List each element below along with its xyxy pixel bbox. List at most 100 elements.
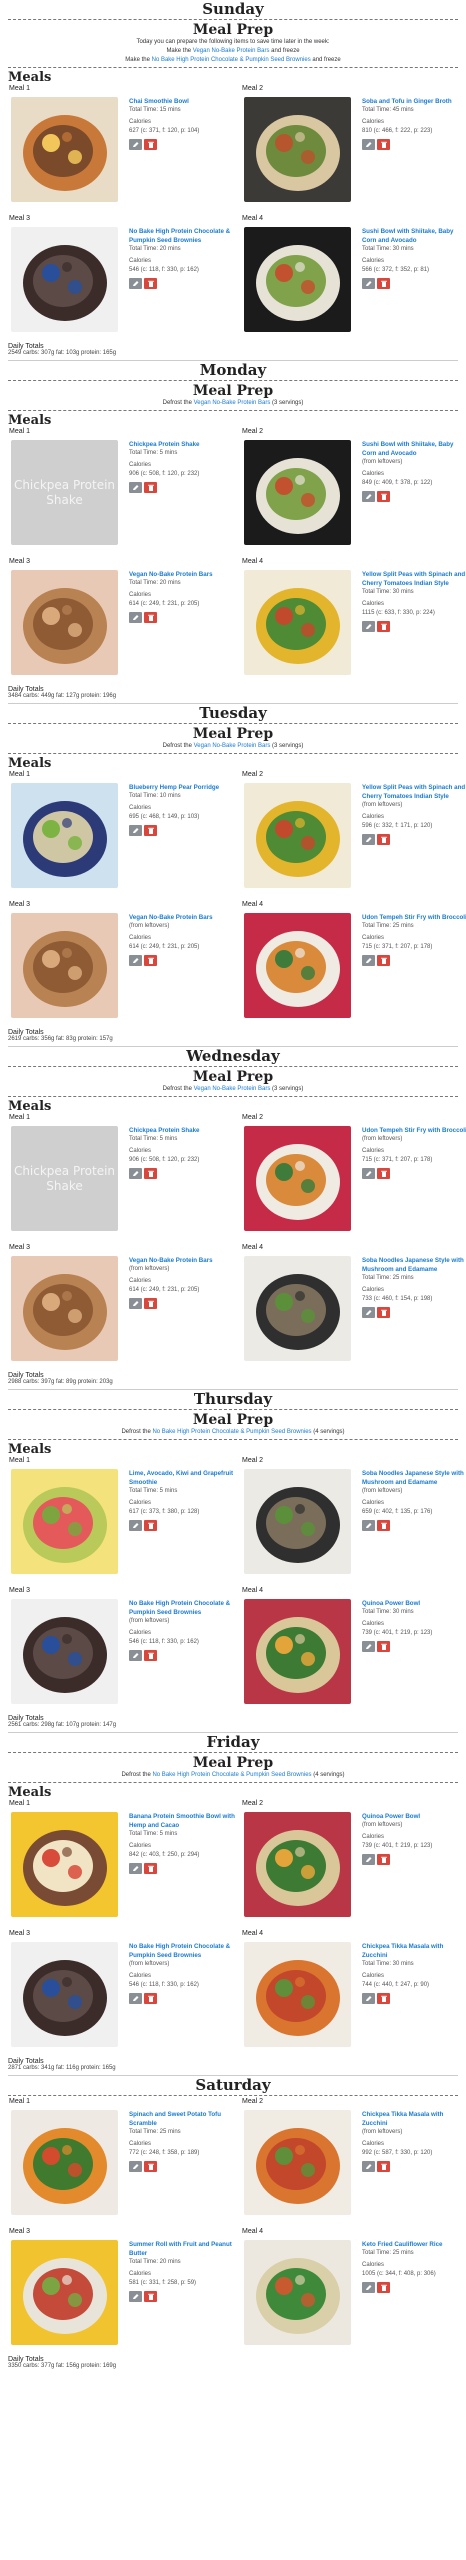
recipe-image[interactable] bbox=[11, 1469, 118, 1574]
delete-button[interactable] bbox=[377, 139, 390, 150]
recipe-image[interactable] bbox=[244, 227, 351, 332]
recipe-name-link[interactable]: Soba Noodles Japanese Style with Mushroo… bbox=[362, 1256, 466, 1274]
recipe-image-placeholder[interactable]: Chickpea Protein Shake bbox=[11, 440, 118, 545]
delete-button[interactable] bbox=[144, 139, 157, 150]
recipe-name-link[interactable]: Summer Roll with Fruit and Peanut Butter bbox=[129, 2240, 236, 2258]
edit-button[interactable] bbox=[362, 1641, 375, 1652]
recipe-name-link[interactable]: No Bake High Protein Chocolate & Pumpkin… bbox=[129, 1599, 236, 1617]
recipe-name-link[interactable]: No Bake High Protein Chocolate & Pumpkin… bbox=[129, 227, 236, 245]
recipe-image[interactable] bbox=[244, 97, 351, 202]
edit-button[interactable] bbox=[362, 834, 375, 845]
edit-button[interactable] bbox=[362, 1520, 375, 1531]
recipe-image[interactable] bbox=[244, 783, 351, 888]
delete-button[interactable] bbox=[377, 491, 390, 502]
recipe-name-link[interactable]: Udon Tempeh Stir Fry with Broccoli bbox=[362, 913, 466, 922]
edit-button[interactable] bbox=[129, 482, 142, 493]
recipe-image[interactable] bbox=[244, 1469, 351, 1574]
edit-button[interactable] bbox=[129, 1863, 142, 1874]
delete-button[interactable] bbox=[377, 834, 390, 845]
recipe-image[interactable] bbox=[11, 2110, 118, 2215]
recipe-image[interactable] bbox=[11, 1256, 118, 1361]
delete-button[interactable] bbox=[377, 278, 390, 289]
recipe-image[interactable] bbox=[244, 1812, 351, 1917]
recipe-link[interactable]: Vegan No-Bake Protein Bars bbox=[193, 48, 270, 54]
edit-button[interactable] bbox=[362, 1993, 375, 2004]
delete-button[interactable] bbox=[377, 955, 390, 966]
recipe-name-link[interactable]: Vegan No-Bake Protein Bars bbox=[129, 570, 236, 579]
recipe-name-link[interactable]: Quinoa Power Bowl bbox=[362, 1599, 466, 1608]
recipe-name-link[interactable]: Banana Protein Smoothie Bowl with Hemp a… bbox=[129, 1812, 236, 1830]
recipe-image[interactable] bbox=[244, 570, 351, 675]
recipe-image[interactable] bbox=[244, 1599, 351, 1704]
recipe-image[interactable] bbox=[11, 2240, 118, 2345]
edit-button[interactable] bbox=[129, 1650, 142, 1661]
delete-button[interactable] bbox=[377, 621, 390, 632]
recipe-link[interactable]: Vegan No-Bake Protein Bars bbox=[194, 400, 271, 406]
edit-button[interactable] bbox=[362, 1168, 375, 1179]
edit-button[interactable] bbox=[129, 2161, 142, 2172]
recipe-image[interactable] bbox=[11, 1812, 118, 1917]
recipe-name-link[interactable]: Yellow Split Peas with Spinach and Cherr… bbox=[362, 783, 466, 801]
recipe-name-link[interactable]: Chickpea Protein Shake bbox=[129, 1126, 236, 1135]
recipe-name-link[interactable]: Sushi Bowl with Shiitake, Baby Corn and … bbox=[362, 440, 466, 458]
delete-button[interactable] bbox=[144, 2291, 157, 2302]
recipe-image[interactable] bbox=[244, 440, 351, 545]
recipe-name-link[interactable]: No Bake High Protein Chocolate & Pumpkin… bbox=[129, 1942, 236, 1960]
delete-button[interactable] bbox=[144, 1298, 157, 1309]
recipe-image[interactable] bbox=[244, 1942, 351, 2047]
recipe-image[interactable] bbox=[11, 913, 118, 1018]
recipe-name-link[interactable]: Spinach and Sweet Potato Tofu Scramble bbox=[129, 2110, 236, 2128]
recipe-image[interactable] bbox=[244, 1126, 351, 1231]
delete-button[interactable] bbox=[144, 1650, 157, 1661]
delete-button[interactable] bbox=[144, 1520, 157, 1531]
delete-button[interactable] bbox=[144, 612, 157, 623]
edit-button[interactable] bbox=[362, 2161, 375, 2172]
delete-button[interactable] bbox=[144, 1168, 157, 1179]
delete-button[interactable] bbox=[144, 278, 157, 289]
recipe-name-link[interactable]: Chai Smoothie Bowl bbox=[129, 97, 236, 106]
delete-button[interactable] bbox=[144, 1863, 157, 1874]
delete-button[interactable] bbox=[144, 2161, 157, 2172]
recipe-name-link[interactable]: Chickpea Protein Shake bbox=[129, 440, 236, 449]
recipe-image[interactable] bbox=[244, 2110, 351, 2215]
recipe-image[interactable] bbox=[11, 227, 118, 332]
edit-button[interactable] bbox=[362, 621, 375, 632]
edit-button[interactable] bbox=[129, 1298, 142, 1309]
edit-button[interactable] bbox=[129, 1168, 142, 1179]
delete-button[interactable] bbox=[144, 482, 157, 493]
recipe-name-link[interactable]: Vegan No-Bake Protein Bars bbox=[129, 913, 236, 922]
recipe-image[interactable] bbox=[11, 1942, 118, 2047]
delete-button[interactable] bbox=[377, 1993, 390, 2004]
edit-button[interactable] bbox=[362, 139, 375, 150]
recipe-link[interactable]: No Bake High Protein Chocolate & Pumpkin… bbox=[152, 1772, 311, 1778]
edit-button[interactable] bbox=[129, 825, 142, 836]
delete-button[interactable] bbox=[377, 1307, 390, 1318]
recipe-image[interactable] bbox=[244, 913, 351, 1018]
recipe-name-link[interactable]: Quinoa Power Bowl bbox=[362, 1812, 466, 1821]
recipe-image[interactable] bbox=[244, 1256, 351, 1361]
delete-button[interactable] bbox=[377, 1854, 390, 1865]
edit-button[interactable] bbox=[129, 278, 142, 289]
edit-button[interactable] bbox=[362, 1854, 375, 1865]
delete-button[interactable] bbox=[377, 2161, 390, 2172]
delete-button[interactable] bbox=[377, 1168, 390, 1179]
edit-button[interactable] bbox=[362, 2282, 375, 2293]
recipe-name-link[interactable]: Soba and Tofu in Ginger Broth bbox=[362, 97, 466, 106]
recipe-name-link[interactable]: Vegan No-Bake Protein Bars bbox=[129, 1256, 236, 1265]
recipe-link[interactable]: Vegan No-Bake Protein Bars bbox=[194, 743, 271, 749]
recipe-name-link[interactable]: Keto Fried Cauliflower Rice bbox=[362, 2240, 466, 2249]
edit-button[interactable] bbox=[129, 139, 142, 150]
recipe-name-link[interactable]: Lime, Avocado, Kiwi and Grapefruit Smoot… bbox=[129, 1469, 236, 1487]
recipe-link[interactable]: Vegan No-Bake Protein Bars bbox=[194, 1086, 271, 1092]
edit-button[interactable] bbox=[129, 1520, 142, 1531]
recipe-name-link[interactable]: Yellow Split Peas with Spinach and Cherr… bbox=[362, 570, 466, 588]
delete-button[interactable] bbox=[144, 1993, 157, 2004]
recipe-image[interactable] bbox=[11, 570, 118, 675]
recipe-image[interactable] bbox=[11, 783, 118, 888]
edit-button[interactable] bbox=[362, 278, 375, 289]
edit-button[interactable] bbox=[362, 955, 375, 966]
recipe-name-link[interactable]: Soba Noodles Japanese Style with Mushroo… bbox=[362, 1469, 466, 1487]
delete-button[interactable] bbox=[377, 1641, 390, 1652]
recipe-name-link[interactable]: Sushi Bowl with Shiitake, Baby Corn and … bbox=[362, 227, 466, 245]
recipe-link[interactable]: No Bake High Protein Chocolate & Pumpkin… bbox=[152, 1429, 311, 1435]
